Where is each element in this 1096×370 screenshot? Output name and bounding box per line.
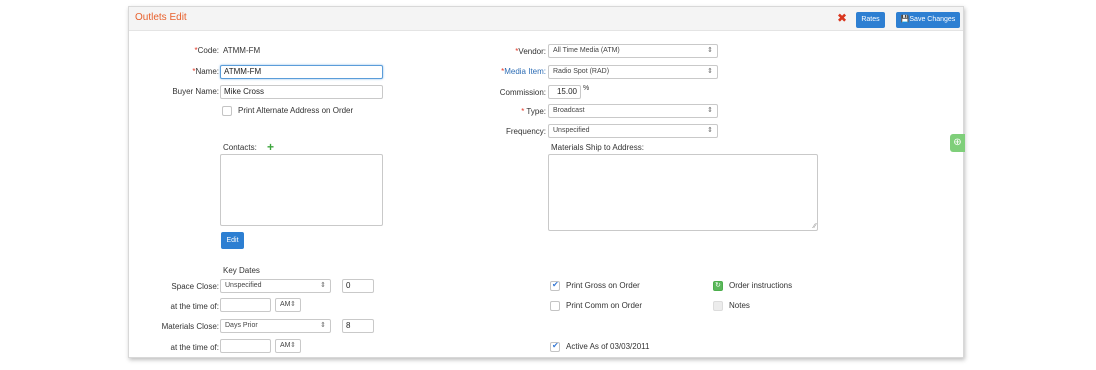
page-title: Outlets Edit bbox=[135, 12, 187, 23]
add-contact-plus-icon[interactable]: + bbox=[267, 141, 274, 153]
resize-handle-icon[interactable]: ∕∕ bbox=[814, 223, 816, 230]
vendor-label: *Vendor: bbox=[515, 47, 546, 56]
select-arrow-icon: ⇕ bbox=[320, 282, 326, 289]
vendor-select[interactable]: All Time Media (ATM) ⇕ bbox=[548, 44, 718, 58]
print-comm-checkbox[interactable] bbox=[550, 301, 560, 311]
select-arrow-icon: ⇕ bbox=[707, 107, 713, 114]
notes-label[interactable]: Notes bbox=[729, 301, 750, 310]
save-changes-label: Save Changes bbox=[909, 16, 956, 23]
edit-button[interactable]: Edit bbox=[221, 232, 244, 249]
materials-close-time-label: at the time of: bbox=[170, 343, 219, 352]
materials-close-time-input[interactable] bbox=[220, 339, 271, 353]
active-as-of-label: Active As of 03/03/2011 bbox=[566, 342, 650, 351]
print-alternate-address-checkbox[interactable] bbox=[222, 106, 232, 116]
space-close-time-input[interactable] bbox=[220, 298, 271, 312]
commission-input[interactable]: 15.00 bbox=[548, 85, 581, 99]
print-gross-label: Print Gross on Order bbox=[566, 281, 640, 290]
buyer-name-label: Buyer Name: bbox=[172, 87, 219, 96]
media-item-select[interactable]: Radio Spot (RAD) ⇕ bbox=[548, 65, 718, 79]
materials-close-days-input[interactable]: 8 bbox=[342, 319, 374, 333]
select-arrow-icon: ⇕ bbox=[290, 301, 296, 308]
materials-close-select[interactable]: Days Prior ⇕ bbox=[220, 319, 331, 333]
print-gross-checkbox[interactable] bbox=[550, 280, 560, 291]
buyer-name-input[interactable]: Mike Cross bbox=[220, 85, 383, 99]
active-as-of-checkbox[interactable] bbox=[550, 341, 560, 352]
name-input[interactable]: ATMM-FM bbox=[220, 65, 383, 79]
space-close-label: Space Close: bbox=[171, 282, 219, 291]
rates-button[interactable]: Rates bbox=[856, 12, 885, 28]
contacts-list[interactable] bbox=[220, 154, 383, 226]
space-close-ampm-select[interactable]: AM ⇕ bbox=[275, 298, 301, 312]
contacts-label: Contacts: bbox=[223, 143, 257, 152]
zoom-side-tab-icon[interactable]: ⊕ bbox=[950, 134, 965, 152]
print-alternate-address-label: Print Alternate Address on Order bbox=[238, 106, 354, 115]
select-arrow-icon: ⇕ bbox=[290, 342, 296, 349]
code-label: *Code: bbox=[194, 46, 219, 55]
notes-icon[interactable] bbox=[713, 301, 723, 311]
media-item-label: *Media Item: bbox=[501, 67, 546, 76]
select-arrow-icon: ⇕ bbox=[707, 68, 713, 75]
space-close-days-input[interactable]: 0 bbox=[342, 279, 374, 293]
percent-unit: % bbox=[583, 85, 590, 92]
space-close-time-label: at the time of: bbox=[170, 302, 219, 311]
select-arrow-icon: ⇕ bbox=[707, 127, 713, 134]
space-close-select[interactable]: Unspecified ⇕ bbox=[220, 279, 331, 293]
save-changes-button[interactable]: 💾Save Changes bbox=[896, 12, 960, 28]
materials-close-label: Materials Close: bbox=[161, 322, 219, 331]
panel-header: Outlets Edit ✖ Rates 💾Save Changes bbox=[129, 7, 963, 31]
materials-close-ampm-select[interactable]: AM ⇕ bbox=[275, 339, 301, 353]
key-dates-heading: Key Dates bbox=[223, 266, 260, 275]
type-label: * Type: bbox=[521, 107, 546, 116]
materials-ship-address-textarea[interactable]: ∕∕ bbox=[548, 154, 818, 231]
select-arrow-icon: ⇕ bbox=[320, 322, 326, 329]
name-label: *Name: bbox=[192, 67, 219, 76]
code-value: ATMM-FM bbox=[223, 46, 261, 55]
select-arrow-icon: ⇕ bbox=[707, 47, 713, 54]
materials-ship-label: Materials Ship to Address: bbox=[551, 143, 644, 152]
order-instructions-label[interactable]: Order instructions bbox=[729, 281, 792, 290]
frequency-label: Frequency: bbox=[505, 127, 546, 136]
commission-label: Commission: bbox=[499, 88, 546, 97]
print-comm-label: Print Comm on Order bbox=[566, 301, 643, 310]
type-select[interactable]: Broadcast ⇕ bbox=[548, 104, 718, 118]
close-icon[interactable]: ✖ bbox=[837, 12, 847, 24]
order-instructions-icon[interactable] bbox=[713, 281, 723, 291]
frequency-select[interactable]: Unspecified ⇕ bbox=[548, 124, 718, 138]
